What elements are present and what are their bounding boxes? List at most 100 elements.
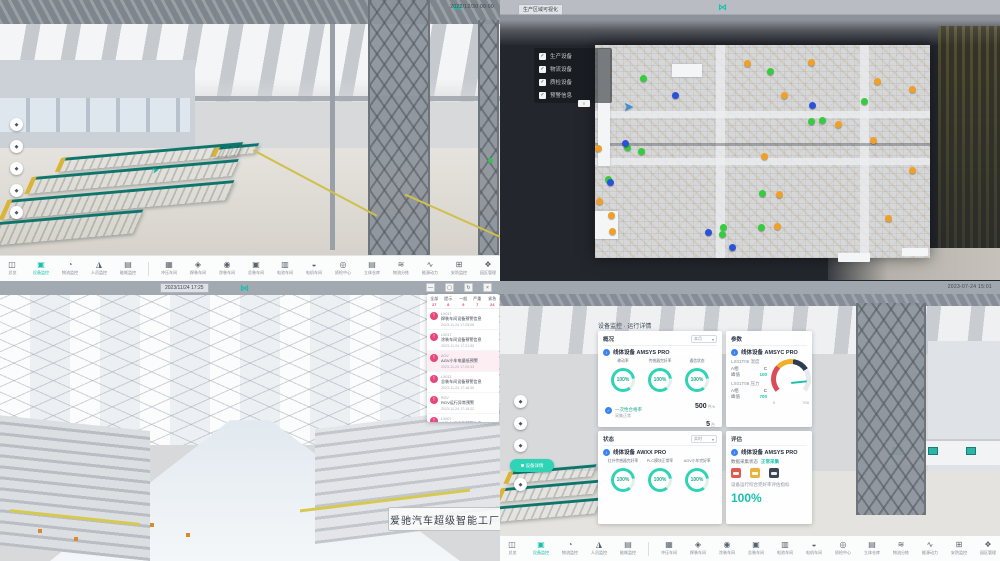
device-marker-badge[interactable]: ◆ [10,162,23,175]
alarm-tab[interactable]: 紧急24 [485,296,499,307]
toolbar-item[interactable]: ◒电机车间 [805,541,823,556]
green-status-dot[interactable] [720,224,727,231]
map-scale-control[interactable] [838,253,870,262]
toolbar-item[interactable]: ▥电池车间 [276,261,294,276]
device-marker-badge[interactable]: ◆ [10,206,23,219]
orange-status-dot[interactable] [874,78,881,85]
alarm-item[interactable]: !LX017焊装车间设备预警信息2023-11-24 17:25:06 [427,309,499,330]
device-marker-badge[interactable]: ◆ [514,417,527,430]
orange-status-dot[interactable] [608,212,615,219]
orange-status-dot[interactable] [909,86,916,93]
orange-status-dot[interactable] [596,198,603,205]
toolbar-item[interactable]: ◈焊装车间 [189,261,207,276]
green-status-dot[interactable] [640,75,647,82]
blue-status-dot[interactable] [607,179,614,186]
device-detail-pill[interactable]: 设备详情 [510,459,554,472]
toolbar-item[interactable]: ▤立体仓库 [363,261,381,276]
orange-status-dot[interactable] [774,223,781,230]
orange-status-dot[interactable] [835,121,842,128]
alarm-tab[interactable]: 全部27 [427,296,441,307]
viewport-3d-aisle[interactable]: 2023/11/24 17:25 ⋈ —▢↻× 全部27提示8一般9严重7紧急2… [0,281,500,561]
minimap[interactable] [902,248,928,256]
blue-status-dot[interactable] [672,92,679,99]
orange-status-dot[interactable] [781,92,788,99]
toolbar-item[interactable]: ◎质检中心 [834,541,852,556]
device-marker-badge[interactable]: ◆ [514,395,527,408]
device-marker-badge[interactable]: ◆ [514,478,527,491]
toolbar-item[interactable]: ◮人员监控 [90,261,108,276]
factory-map[interactable]: ➤ [595,45,930,258]
viewport-device-dashboard[interactable]: 2023-07-24 15:01 ◆◆◆ 设备详情 ◆ 设备监控 · 运行详情 … [500,281,1000,561]
alarm-tab[interactable]: 一般9 [456,296,470,307]
orange-status-dot[interactable] [776,191,783,198]
alarm-item[interactable]: !LX013总装车间设备预警信息2023-11-24 17:18:30 [427,372,499,393]
toolbar-item[interactable]: ▣总装车间 [747,541,765,556]
window-button[interactable]: × [483,283,492,292]
device-marker-badge[interactable]: ◆ [514,439,527,452]
toolbar-item[interactable]: ≋物流分拣 [392,261,410,276]
toolbar-item[interactable]: ▦冲压车间 [660,541,678,556]
device-marker-badge[interactable]: ◆ [10,184,23,197]
toolbar-item[interactable]: ◮人员监控 [590,541,608,556]
legend-item[interactable]: ✓生产设备 [539,52,607,60]
toolbar-item[interactable]: ❖园区管理 [979,541,997,556]
period-dropdown[interactable]: 实时 ▾ [691,435,717,443]
toolbar-item[interactable]: ◎质检中心 [334,261,352,276]
blue-status-dot[interactable] [729,244,736,251]
toolbar-item[interactable]: ◉涂装车间 [718,541,736,556]
toolbar-item[interactable]: ▣总装车间 [247,261,265,276]
alarm-item[interactable]: !LX017涂装车间设备预警信息2023-11-24 17:21:55 [427,330,499,351]
orange-status-dot[interactable] [808,59,815,66]
legend-item[interactable]: ✓预警信息 [539,91,607,99]
orange-status-dot[interactable] [761,153,768,160]
toolbar-item[interactable]: ◔物流监控 [561,541,579,556]
green-status-dot[interactable] [808,118,815,125]
orange-status-dot[interactable] [870,137,877,144]
toolbar-item[interactable]: ▣设备监控 [532,541,550,556]
toolbar-item[interactable]: ❖园区管理 [479,261,497,276]
collapse-button[interactable]: ≡ [578,100,590,107]
toolbar-item[interactable]: ▥电池车间 [776,541,794,556]
toolbar-item[interactable]: ▦冲压车间 [160,261,178,276]
device-marker-badge[interactable]: ◆ [10,140,23,153]
orange-status-dot[interactable] [609,228,616,235]
toolbar-item[interactable]: ▤能耗监控 [619,541,637,556]
green-status-dot[interactable] [861,98,868,105]
vehicle-icon[interactable] [769,468,779,478]
alarm-item[interactable]: !AGVAGV小车电量低预警2023-11-24 17:20:43 [427,351,499,372]
alarm-item[interactable]: !LX007电池车间设备预警信息2023-11-24 17:12:08 [427,414,499,422]
toolbar-item[interactable]: ⊞安防监控 [950,541,968,556]
toolbar-item[interactable]: ◔物流监控 [61,261,79,276]
machine-row[interactable] [500,497,602,522]
alarm-tab[interactable]: 提示8 [441,296,455,307]
toolbar-item[interactable]: ⊞安防监控 [450,261,468,276]
vehicle-icon[interactable] [731,468,741,478]
toolbar-item[interactable]: ▤立体仓库 [863,541,881,556]
vehicle-icon[interactable] [750,468,760,478]
alarm-tab[interactable]: 严重7 [470,296,484,307]
toolbar-item[interactable]: ◫总览 [3,261,21,276]
toolbar-item[interactable]: ∿能源动力 [921,541,939,556]
viewport-3d-factory[interactable]: ➤ ◆◆◆◆◆ ⋈ 2022/12/30 00:00 ◫总览▣设备监控◔物流监控… [0,0,500,281]
toolbar-item[interactable]: ≋物流分拣 [892,541,910,556]
alarm-item[interactable]: !RGVRGV运行异常预警2023-11-24 17:15:22 [427,393,499,414]
window-button[interactable]: ↻ [464,283,473,292]
orange-status-dot[interactable] [744,60,751,67]
green-status-dot[interactable] [719,231,726,238]
green-status-dot[interactable] [767,68,774,75]
legend-item[interactable]: ✓物流设备 [539,65,607,73]
green-status-dot[interactable] [819,117,826,124]
green-status-dot[interactable] [759,190,766,197]
toolbar-item[interactable]: ▤能耗监控 [119,261,137,276]
window-button[interactable]: ▢ [445,283,454,292]
toolbar-item[interactable]: ▣设备监控 [32,261,50,276]
device-marker-badge[interactable]: ◆ [10,118,23,131]
green-status-dot[interactable] [758,224,765,231]
legend-item[interactable]: ✓质检设备 [539,78,607,86]
green-status-dot[interactable] [638,148,645,155]
toolbar-item[interactable]: ◒电机车间 [305,261,323,276]
toolbar-item[interactable]: ∿能源动力 [421,261,439,276]
period-dropdown[interactable]: 本月 ▾ [691,335,717,343]
blue-status-dot[interactable] [705,229,712,236]
orange-status-dot[interactable] [909,167,916,174]
